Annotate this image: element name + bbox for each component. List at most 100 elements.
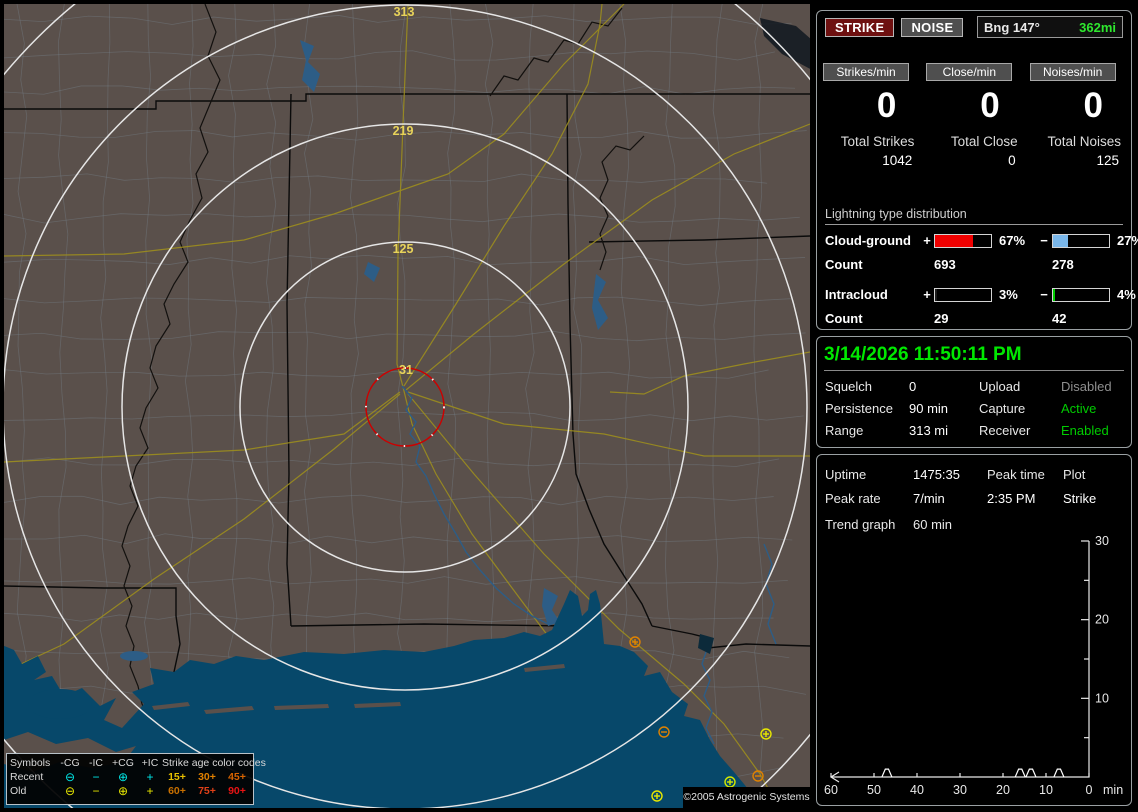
bearing-distance: 362mi — [1079, 19, 1116, 35]
cg-minus-bar — [1052, 233, 1110, 248]
trend-graph-window: 60 min — [913, 517, 953, 532]
svg-text:40: 40 — [910, 783, 924, 797]
close-counter: Close/min 0 Total Close 0 — [926, 63, 1021, 168]
trend-graph-row: Trend graph 60 min — [825, 517, 987, 532]
circle-minus-icon: ⊖ — [64, 784, 76, 798]
strike-button[interactable]: STRIKE — [825, 17, 895, 37]
plus-sign: + — [923, 287, 931, 302]
plus-icon: + — [146, 770, 154, 784]
legend-row-old-label: Old — [10, 785, 27, 797]
legend-col-neg-cg: -CG — [60, 757, 80, 769]
circle-plus-icon: ⊕ — [117, 784, 129, 798]
close-per-min-button[interactable]: Close/min — [926, 63, 1013, 81]
ic-minus-pct: 4% — [1117, 287, 1136, 302]
legend-age-header: Strike age color codes — [162, 757, 266, 769]
age-75: 75+ — [198, 785, 216, 797]
circle-minus-icon: ⊖ — [64, 770, 76, 784]
capture-status: Active — [1061, 401, 1097, 416]
receiver-label: Receiver — [979, 423, 1031, 438]
ic-plus-bar — [934, 287, 992, 302]
ring-label-31: 31 — [399, 363, 413, 377]
total-strikes-label: Total Strikes — [840, 133, 915, 149]
age-90: 90+ — [228, 785, 246, 797]
svg-text:0: 0 — [1086, 783, 1093, 797]
close-per-min-value: 0 — [980, 86, 1000, 125]
rate-counters: Strikes/min 0 Total Strikes 1042 Close/m… — [823, 63, 1125, 168]
intracloud-count-row: Count 29 42 — [825, 311, 1127, 326]
ic-plus-count: 29 — [934, 311, 949, 326]
intracloud-label: Intracloud — [825, 287, 888, 302]
range-label: Range — [825, 423, 864, 438]
ring-label-313: 313 — [394, 5, 415, 19]
plot-label: Plot — [1063, 467, 1086, 482]
age-30: 30+ — [198, 771, 216, 783]
noises-per-min-button[interactable]: Noises/min — [1029, 63, 1116, 81]
strikes-per-min-button[interactable]: Strikes/min — [823, 63, 909, 81]
plus-sign: + — [923, 233, 931, 248]
legend-col-pos-cg: +CG — [112, 757, 134, 769]
svg-text:10: 10 — [1095, 691, 1109, 705]
strikes-per-min-value: 0 — [876, 86, 897, 125]
range-value: 313 mi — [909, 423, 949, 438]
strike-stats-panel: STRIKE NOISE Bng 147° 362mi Strikes/min … — [816, 10, 1138, 330]
legend-col-pos-ic: +IC — [141, 757, 159, 769]
total-close-value: 0 — [1008, 152, 1016, 168]
noises-per-min-value: 0 — [1083, 86, 1103, 125]
total-close-label: Total Close — [950, 133, 1018, 149]
svg-text:min: min — [1103, 783, 1123, 797]
bearing-label: Bng 147° — [984, 19, 1040, 35]
minus-icon: − — [92, 770, 100, 784]
age-15: 15+ — [168, 771, 186, 783]
receiver-status: Enabled — [1061, 423, 1109, 438]
datetime-display: 3/14/2026 11:50:11 PM — [824, 344, 1124, 371]
peak-time-label: Peak time — [987, 467, 1045, 482]
upload-status: Disabled — [1061, 379, 1112, 394]
status-panel: 3/14/2026 11:50:11 PM Squelch 0 Upload D… — [816, 336, 1132, 448]
svg-text:50: 50 — [867, 783, 881, 797]
status-grid: Squelch 0 Upload Disabled Persistence 90… — [825, 379, 1135, 438]
svg-text:20: 20 — [1095, 613, 1109, 627]
total-strikes-value: 1042 — [882, 152, 913, 168]
circle-plus-icon: ⊕ — [117, 770, 129, 784]
ic-minus-bar — [1052, 287, 1110, 302]
noise-button[interactable]: NOISE — [901, 17, 964, 37]
total-noises-label: Total Noises — [1047, 133, 1121, 149]
svg-text:10: 10 — [1039, 783, 1053, 797]
distribution-title: Lightning type distribution — [825, 207, 1123, 225]
trend-graph-label: Trend graph — [825, 517, 896, 532]
ring-label-125: 125 — [393, 242, 414, 256]
peak-rate-label: Peak rate — [825, 491, 881, 506]
minus-sign: − — [1040, 233, 1048, 248]
minus-sign: − — [1040, 287, 1048, 302]
legend-symbols-header: Symbols — [10, 757, 51, 769]
cloud-ground-row: Cloud-ground + 67% − 27% — [825, 233, 1138, 248]
age-60: 60+ — [168, 785, 186, 797]
minus-icon: − — [92, 784, 100, 798]
cloud-ground-count-row: Count 693 278 — [825, 257, 1127, 272]
count-label: Count — [825, 311, 863, 326]
cloud-ground-label: Cloud-ground — [825, 233, 911, 248]
ring-label-219: 219 — [393, 124, 414, 138]
peak-time-value: 2:35 PM — [987, 491, 1036, 506]
squelch-value: 0 — [909, 379, 917, 394]
trend-panel: Uptime 1475:35 Peak time Plot Peak rate … — [816, 454, 1132, 806]
capture-label: Capture — [979, 401, 1026, 416]
ic-minus-count: 42 — [1052, 311, 1067, 326]
svg-text:30: 30 — [1095, 534, 1109, 548]
map-legend: Symbols -CG -IC +CG +IC Strike age color… — [6, 753, 266, 805]
cg-minus-count: 278 — [1052, 257, 1074, 272]
count-label: Count — [825, 257, 863, 272]
svg-text:20: 20 — [996, 783, 1010, 797]
svg-text:30: 30 — [953, 783, 967, 797]
uptime-value: 1475:35 — [913, 467, 960, 482]
persistence-value: 90 min — [909, 401, 949, 416]
legend-row-recent-label: Recent — [10, 771, 44, 783]
map-canvas[interactable]: 31 125 219 313 — [4, 4, 810, 808]
cg-plus-bar — [934, 233, 992, 248]
noises-counter: Noises/min 0 Total Noises 125 — [1029, 63, 1125, 168]
lightning-map[interactable]: 31 125 219 313 Symbols -CG -IC +CG +IC S… — [4, 4, 810, 808]
trend-graph: 10 20 30 60 50 40 30 20 10 0 min — [824, 534, 1123, 797]
uptime-label: Uptime — [825, 467, 867, 482]
app-root: { "colors": { "strike_button_bg": "#6e10… — [0, 0, 1138, 812]
peak-rate-value: 7/min — [913, 491, 945, 506]
